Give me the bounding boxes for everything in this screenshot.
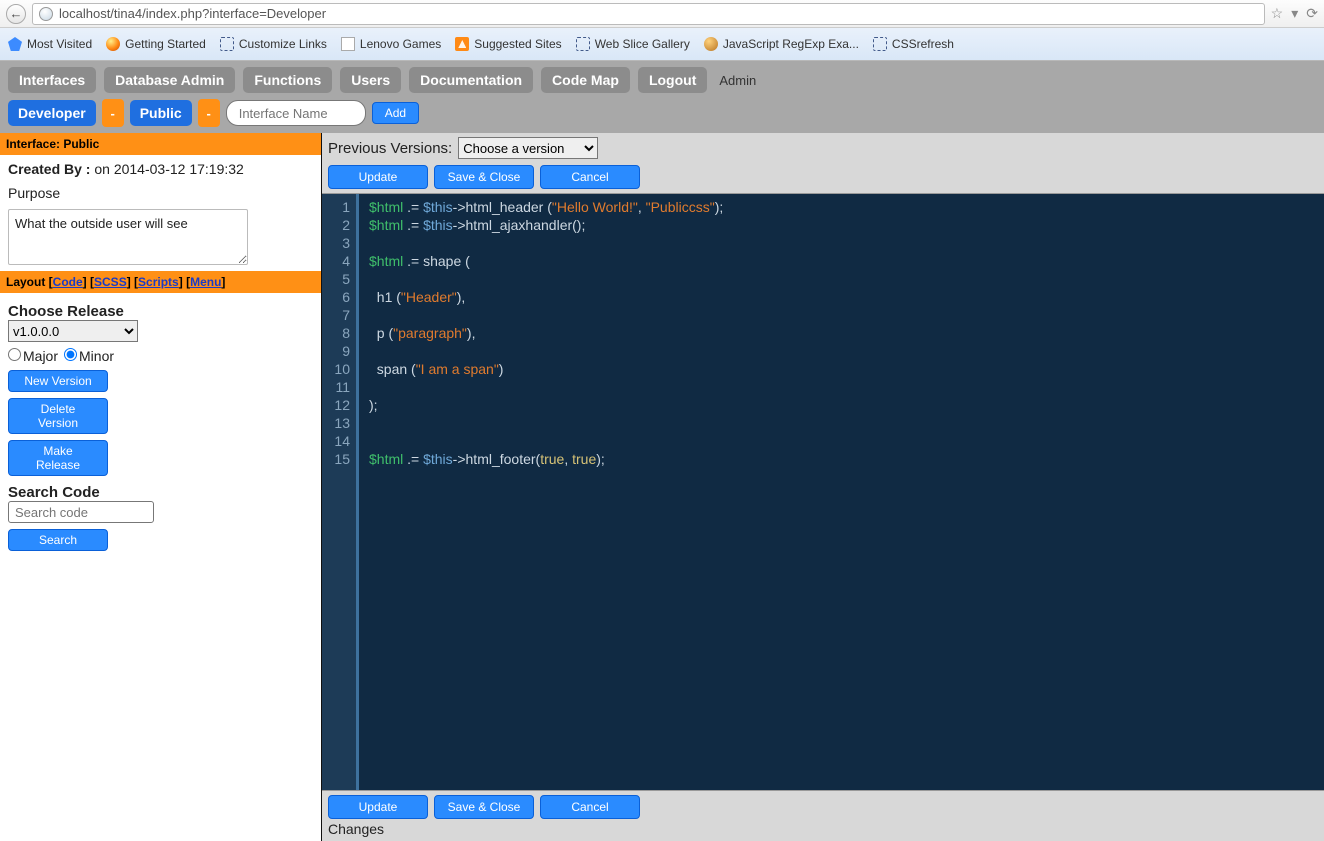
bookmark-label: Most Visited (27, 37, 92, 51)
previous-version-select[interactable]: Choose a version (458, 137, 598, 159)
reload-icon[interactable]: ⟳ (1306, 5, 1318, 22)
save-close-button-bottom[interactable]: Save & Close (434, 795, 534, 819)
bookmark-icon (220, 37, 234, 51)
bookmark-item[interactable]: JavaScript RegExp Exa... (704, 37, 859, 51)
nav-documentation[interactable]: Documentation (409, 67, 533, 93)
new-version-button[interactable]: New Version (8, 370, 108, 392)
cancel-button-top[interactable]: Cancel (540, 165, 640, 189)
workspace: Interface: Public Created By : on 2014-0… (0, 133, 1324, 841)
bookmark-icon (873, 37, 887, 51)
editor-top-toolbar: Previous Versions: Choose a version Upda… (322, 133, 1324, 194)
release-select[interactable]: v1.0.0.0 (8, 320, 138, 342)
interface-name-input[interactable] (226, 100, 366, 126)
bookmark-item[interactable]: Lenovo Games (341, 37, 441, 51)
code-area[interactable]: $html .= $this->html_header ("Hello Worl… (356, 194, 1324, 790)
major-radio[interactable] (8, 348, 21, 361)
update-button-bottom[interactable]: Update (328, 795, 428, 819)
bookmark-item[interactable]: CSSrefresh (873, 37, 954, 51)
url-bar: ← localhost/tina4/index.php?interface=De… (0, 0, 1324, 28)
save-close-button-top[interactable]: Save & Close (434, 165, 534, 189)
major-radio-label[interactable]: Major (8, 348, 58, 364)
bookmark-item[interactable]: Web Slice Gallery (576, 37, 690, 51)
choose-release-label: Choose Release (8, 303, 313, 320)
editor-bottom-toolbar: Update Save & Close Cancel Changes (322, 790, 1324, 841)
created-by: Created By : on 2014-03-12 17:19:32 (8, 161, 313, 177)
purpose-textarea[interactable]: What the outside user will see (8, 209, 248, 265)
layout-link-menu[interactable]: Menu (190, 275, 221, 289)
back-button[interactable]: ← (6, 4, 26, 24)
bookmark-icon (576, 37, 590, 51)
search-code-input[interactable] (8, 501, 154, 523)
nav-code-map[interactable]: Code Map (541, 67, 630, 93)
search-code-label: Search Code (8, 484, 313, 501)
purpose-label: Purpose (8, 185, 313, 201)
back-arrow-icon: ← (10, 6, 23, 21)
nav-users[interactable]: Users (340, 67, 401, 93)
code-editor[interactable]: 123456789101112131415 $html .= $this->ht… (322, 194, 1324, 790)
nav-database-admin[interactable]: Database Admin (104, 67, 235, 93)
bookmark-icon (106, 37, 120, 51)
url-input[interactable]: localhost/tina4/index.php?interface=Deve… (32, 3, 1265, 25)
bookmark-label: Web Slice Gallery (595, 37, 690, 51)
globe-icon (39, 7, 53, 21)
previous-versions-label: Previous Versions: (328, 140, 452, 157)
developer-remove-button[interactable]: - (102, 99, 124, 127)
layout-links-bar: Layout [Code] [SCSS] [Scripts] [Menu] (0, 271, 321, 293)
bookmark-icon (455, 37, 469, 51)
bookmark-item[interactable]: Getting Started (106, 37, 206, 51)
add-interface-button[interactable]: Add (372, 102, 419, 124)
layout-link-code[interactable]: Code (53, 275, 83, 289)
bookmark-label: Customize Links (239, 37, 327, 51)
bookmark-item[interactable]: Suggested Sites (455, 37, 561, 51)
delete-version-button[interactable]: Delete Version (8, 398, 108, 434)
nav-interfaces[interactable]: Interfaces (8, 67, 96, 93)
cancel-button-bottom[interactable]: Cancel (540, 795, 640, 819)
update-button-top[interactable]: Update (328, 165, 428, 189)
bookmark-label: Suggested Sites (474, 37, 561, 51)
app-nav: Interfaces Database Admin Functions Users Do… (0, 61, 1324, 133)
bookmarks-bar: Most Visited Getting Started Customize Lin… (0, 28, 1324, 60)
admin-label: Admin (719, 73, 756, 88)
url-dropdown-icon[interactable]: ▾ (1291, 5, 1298, 22)
bookmark-label: Lenovo Games (360, 37, 441, 51)
bookmark-label: Getting Started (125, 37, 206, 51)
nav-logout[interactable]: Logout (638, 67, 707, 93)
tab-developer[interactable]: Developer (8, 100, 96, 126)
public-remove-button[interactable]: - (198, 99, 220, 127)
line-gutter: 123456789101112131415 (322, 194, 356, 790)
browser-chrome: ← localhost/tina4/index.php?interface=De… (0, 0, 1324, 61)
layout-link-scss[interactable]: SCSS (94, 275, 127, 289)
make-release-button[interactable]: Make Release (8, 440, 108, 476)
bookmark-icon (8, 37, 22, 51)
changes-label: Changes (328, 819, 1318, 837)
created-by-label: Created By : (8, 161, 90, 177)
search-button[interactable]: Search (8, 529, 108, 551)
bookmark-item[interactable]: Customize Links (220, 37, 327, 51)
bookmark-icon (704, 37, 718, 51)
bookmark-item[interactable]: Most Visited (8, 37, 92, 51)
bookmark-star-icon[interactable]: ☆ (1271, 5, 1284, 22)
bookmark-label: JavaScript RegExp Exa... (723, 37, 859, 51)
nav-functions[interactable]: Functions (243, 67, 332, 93)
tab-public[interactable]: Public (130, 100, 192, 126)
created-by-value: on 2014-03-12 17:19:32 (90, 161, 243, 177)
interface-title-bar: Interface: Public (0, 133, 321, 155)
url-text: localhost/tina4/index.php?interface=Deve… (59, 6, 326, 21)
editor-panel: Previous Versions: Choose a version Upda… (322, 133, 1324, 841)
minor-radio-label[interactable]: Minor (64, 348, 114, 364)
minor-radio[interactable] (64, 348, 77, 361)
sidebar: Interface: Public Created By : on 2014-0… (0, 133, 322, 841)
bookmark-label: CSSrefresh (892, 37, 954, 51)
bookmark-icon (341, 37, 355, 51)
layout-link-scripts[interactable]: Scripts (138, 275, 179, 289)
